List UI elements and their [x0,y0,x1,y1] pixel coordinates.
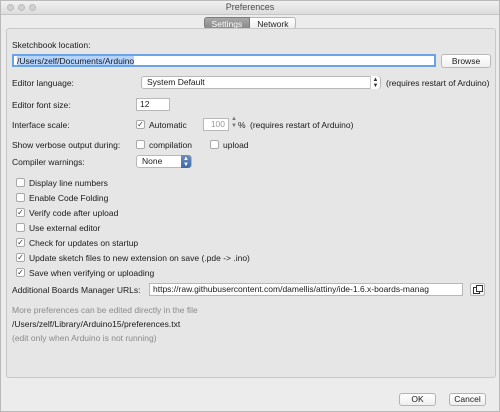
sketchbook-label: Sketchbook location: [12,40,91,50]
compiler-warnings-value: None [142,156,163,166]
option-label: Display line numbers [29,178,108,188]
automatic-scale-checkbox[interactable]: ✓ [136,120,145,129]
chevron-updown-icon: ▲ ▼ [370,76,380,89]
verbose-output-label: Show verbose output during: [12,140,121,150]
scale-percent-field[interactable]: 100 [203,118,229,131]
option-label: Use external editor [29,223,101,233]
font-size-field[interactable]: 12 [136,98,170,111]
option-label: Update sketch files to new extension on … [29,253,250,263]
editor-language-value: System Default [147,77,205,87]
settings-panel: Sketchbook location: /Users/zelf/Documen… [6,28,496,378]
sketchbook-path-text: /Users/zelf/Documents/Arduino [17,56,135,66]
compiler-warnings-select[interactable]: None ▲ ▼ [136,155,192,168]
sketchbook-path-field[interactable]: /Users/zelf/Documents/Arduino [12,54,436,67]
interface-scale-label: Interface scale: [12,120,70,130]
option-label: Enable Code Folding [29,193,109,203]
scale-stepper[interactable]: ▲ ▼ [231,116,237,130]
display-line-numbers-checkbox[interactable] [16,178,25,187]
enable-code-folding-checkbox[interactable] [16,193,25,202]
scale-restart-note: (requires restart of Arduino) [250,120,354,130]
edit-note: (edit only when Arduino is not running) [12,333,157,343]
cancel-button[interactable]: Cancel [449,393,486,406]
boards-urls-field[interactable]: https://raw.githubusercontent.com/damell… [149,283,463,296]
compiler-warnings-label: Compiler warnings: [12,157,85,167]
language-restart-note: (requires restart of Arduino) [386,78,490,88]
ok-button[interactable]: OK [399,393,436,406]
title-bar: Preferences [1,1,499,15]
save-when-verifying-checkbox[interactable]: ✓ [16,268,25,277]
scale-unit: % [238,120,246,130]
window-title: Preferences [225,2,275,12]
browse-button[interactable]: Browse [441,54,491,68]
use-external-editor-checkbox[interactable] [16,223,25,232]
update-extension-checkbox[interactable]: ✓ [16,253,25,262]
editor-language-label: Editor language: [12,78,74,88]
verbose-upload-checkbox[interactable] [210,140,219,149]
verbose-compilation-label: compilation [149,140,192,150]
option-label: Verify code after upload [29,208,119,218]
edit-urls-button[interactable] [470,283,485,296]
check-updates-checkbox[interactable]: ✓ [16,238,25,247]
verbose-compilation-checkbox[interactable] [136,140,145,149]
more-prefs-note: More preferences can be edited directly … [12,305,198,315]
window-icon [473,285,483,294]
option-label: Save when verifying or uploading [29,268,155,278]
automatic-scale-label: Automatic [149,120,187,130]
font-size-label: Editor font size: [12,100,71,110]
editor-language-select[interactable]: System Default ▲ ▼ [141,76,381,89]
prefs-file-path: /Users/zelf/Library/Arduino15/preference… [12,319,181,329]
preferences-window: Preferences Settings Network Sketchbook … [0,0,500,412]
boards-urls-label: Additional Boards Manager URLs: [12,285,141,295]
verify-after-upload-checkbox[interactable]: ✓ [16,208,25,217]
chevron-updown-icon: ▲ ▼ [181,155,191,168]
option-label: Check for updates on startup [29,238,139,248]
verbose-upload-label: upload [223,140,249,150]
